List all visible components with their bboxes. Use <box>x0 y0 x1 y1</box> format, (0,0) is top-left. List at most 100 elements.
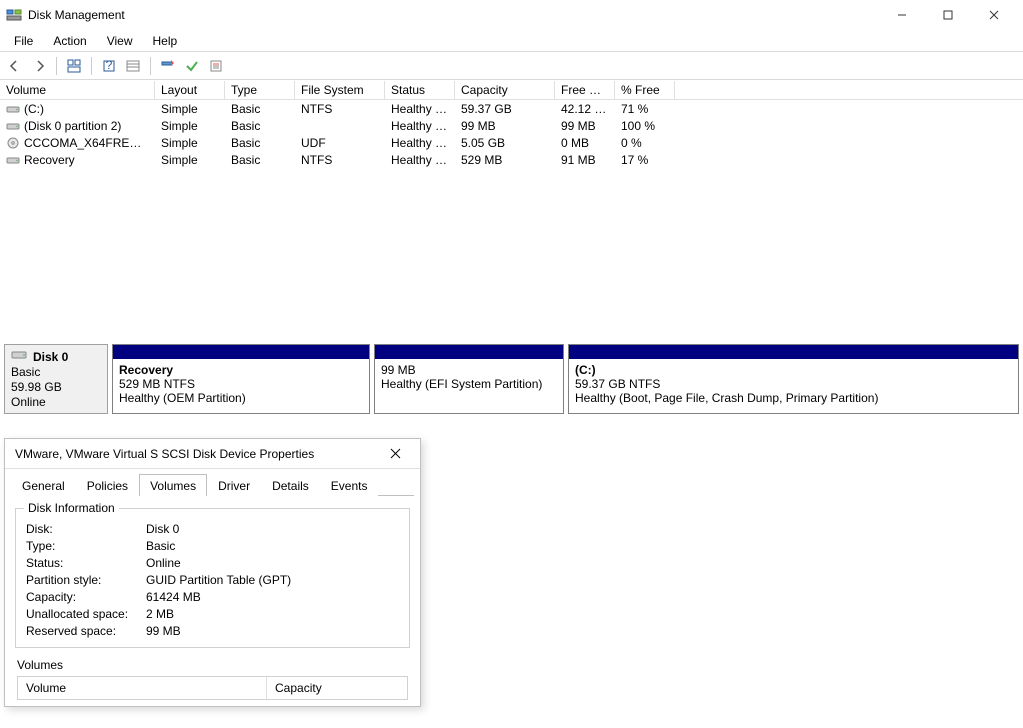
partition-size: 99 MB <box>381 363 557 377</box>
tab-driver[interactable]: Driver <box>207 474 261 496</box>
cell-status: Healthy (E… <box>385 119 455 133</box>
cell-pct: 71 % <box>615 102 675 116</box>
settings-button[interactable] <box>122 55 144 77</box>
cell-capacity: 529 MB <box>455 153 555 167</box>
partition-efi[interactable]: 99 MB Healthy (EFI System Partition) <box>374 344 564 414</box>
help-button[interactable]: ? <box>98 55 120 77</box>
apply-button[interactable] <box>181 55 203 77</box>
cell-pct: 17 % <box>615 153 675 167</box>
volume-row[interactable]: Recovery Simple Basic NTFS Healthy (… 52… <box>0 151 1023 168</box>
volume-row[interactable]: CCCOMA_X64FRE… Simple Basic UDF Healthy … <box>0 134 1023 151</box>
volumes-label: Volumes <box>17 658 408 672</box>
menu-view[interactable]: View <box>97 32 143 50</box>
value-capacity: 61424 MB <box>146 590 201 604</box>
label-disk: Disk: <box>26 522 146 536</box>
close-button[interactable] <box>971 0 1017 30</box>
properties-button[interactable] <box>205 55 227 77</box>
volume-row[interactable]: (Disk 0 partition 2) Simple Basic Health… <box>0 117 1023 134</box>
menu-action[interactable]: Action <box>43 32 96 50</box>
cell-capacity: 99 MB <box>455 119 555 133</box>
cell-status: Healthy (P… <box>385 136 455 150</box>
dialog-tabs: General Policies Volumes Driver Details … <box>5 469 420 495</box>
partition-title: (C:) <box>575 363 1012 377</box>
minimize-button[interactable] <box>879 0 925 30</box>
volume-name: (Disk 0 partition 2) <box>24 119 121 133</box>
cell-free: 99 MB <box>555 119 615 133</box>
menu-bar: File Action View Help <box>0 30 1023 52</box>
maximize-button[interactable] <box>925 0 971 30</box>
view-mode-button[interactable] <box>63 55 85 77</box>
volume-name: Recovery <box>24 153 75 167</box>
cell-free: 91 MB <box>555 153 615 167</box>
app-icon <box>6 7 22 23</box>
partition-title: Recovery <box>119 363 363 377</box>
cell-fs: NTFS <box>295 153 385 167</box>
disk-information-group: Disk Information Disk:Disk 0 Type:Basic … <box>15 508 410 648</box>
refresh-button[interactable] <box>157 55 179 77</box>
dialog-title-bar[interactable]: VMware, VMware Virtual S SCSI Disk Devic… <box>5 439 420 469</box>
dialog-close-button[interactable] <box>380 440 410 468</box>
partition-c[interactable]: (C:) 59.37 GB NTFS Healthy (Boot, Page F… <box>568 344 1019 414</box>
cell-layout: Simple <box>155 136 225 150</box>
cell-pct: 100 % <box>615 119 675 133</box>
volume-list-header: Volume Layout Type File System Status Ca… <box>0 80 1023 100</box>
cell-layout: Simple <box>155 153 225 167</box>
disk-icon <box>11 349 27 364</box>
value-disk: Disk 0 <box>146 522 179 536</box>
tab-events[interactable]: Events <box>320 474 379 496</box>
group-title: Disk Information <box>24 501 119 515</box>
cell-type: Basic <box>225 102 295 116</box>
value-status: Online <box>146 556 181 570</box>
cell-layout: Simple <box>155 102 225 116</box>
menu-help[interactable]: Help <box>143 32 188 50</box>
volume-rows[interactable]: (C:) Simple Basic NTFS Healthy (B… 59.37… <box>0 100 1023 340</box>
partition-size: 529 MB NTFS <box>119 377 363 391</box>
cell-fs: UDF <box>295 136 385 150</box>
col-layout[interactable]: Layout <box>155 81 225 99</box>
col-filesystem[interactable]: File System <box>295 81 385 99</box>
label-reserved: Reserved space: <box>26 624 146 638</box>
cell-status: Healthy (… <box>385 153 455 167</box>
cell-type: Basic <box>225 136 295 150</box>
cell-pct: 0 % <box>615 136 675 150</box>
menu-file[interactable]: File <box>4 32 43 50</box>
cell-type: Basic <box>225 153 295 167</box>
forward-button[interactable] <box>28 55 50 77</box>
col-volume[interactable]: Volume <box>0 81 155 99</box>
col-status[interactable]: Status <box>385 81 455 99</box>
disk-block: Disk 0 Basic 59.98 GB Online Recovery 52… <box>4 344 1019 414</box>
col-capacity[interactable]: Capacity <box>455 81 555 99</box>
partition-recovery[interactable]: Recovery 529 MB NTFS Healthy (OEM Partit… <box>112 344 370 414</box>
vcol-capacity[interactable]: Capacity <box>267 677 407 699</box>
disk-name: Disk 0 <box>33 350 68 364</box>
disk-map: Disk 0 Basic 59.98 GB Online Recovery 52… <box>0 340 1023 728</box>
partition-status: Healthy (Boot, Page File, Crash Dump, Pr… <box>575 391 1012 405</box>
value-unallocated: 2 MB <box>146 607 174 621</box>
cell-fs: NTFS <box>295 102 385 116</box>
value-partition-style: GUID Partition Table (GPT) <box>146 573 291 587</box>
disk-info-panel[interactable]: Disk 0 Basic 59.98 GB Online <box>4 344 108 414</box>
cell-capacity: 5.05 GB <box>455 136 555 150</box>
toolbar: ? <box>0 52 1023 80</box>
tab-volumes[interactable]: Volumes <box>139 474 207 496</box>
partition-size: 59.37 GB NTFS <box>575 377 1012 391</box>
label-status: Status: <box>26 556 146 570</box>
vcol-volume[interactable]: Volume <box>18 677 267 699</box>
drive-icon <box>6 120 20 132</box>
col-pct[interactable]: % Free <box>615 81 675 99</box>
cell-free: 42.12 GB <box>555 102 615 116</box>
dialog-body: Disk Information Disk:Disk 0 Type:Basic … <box>11 495 414 706</box>
svg-text:?: ? <box>106 59 113 72</box>
tab-general[interactable]: General <box>11 474 76 496</box>
volume-row[interactable]: (C:) Simple Basic NTFS Healthy (B… 59.37… <box>0 100 1023 117</box>
tab-details[interactable]: Details <box>261 474 320 496</box>
back-button[interactable] <box>4 55 26 77</box>
label-unallocated: Unallocated space: <box>26 607 146 621</box>
drive-icon <box>6 154 20 166</box>
col-free[interactable]: Free Spa… <box>555 81 615 99</box>
tab-policies[interactable]: Policies <box>76 474 139 496</box>
cell-layout: Simple <box>155 119 225 133</box>
partition-status: Healthy (EFI System Partition) <box>381 377 557 391</box>
label-partition-style: Partition style: <box>26 573 146 587</box>
col-type[interactable]: Type <box>225 81 295 99</box>
